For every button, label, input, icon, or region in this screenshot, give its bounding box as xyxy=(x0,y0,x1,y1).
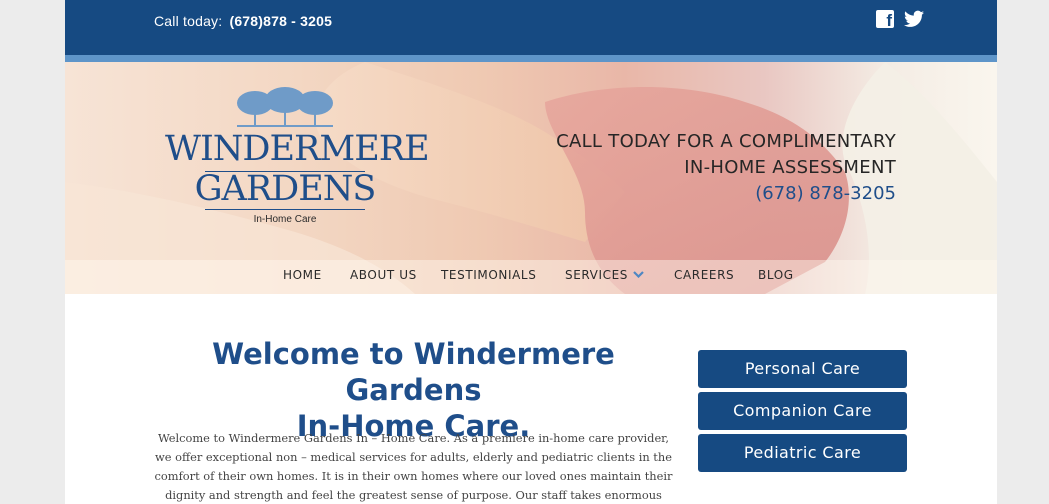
call-today-label: Call today: xyxy=(154,13,223,29)
personal-care-button[interactable]: Personal Care xyxy=(698,350,907,388)
logo-line-1: WINDERMERE xyxy=(165,129,430,169)
nav-item-home[interactable]: HOME xyxy=(283,268,322,282)
nav-item-services[interactable]: SERVICES xyxy=(565,268,644,282)
nav-item-blog[interactable]: BLOG xyxy=(758,268,794,282)
intro-paragraph: Welcome to Windermere Gardens In – Home … xyxy=(154,431,673,502)
nav-item-testimonials[interactable]: TESTIMONIALS xyxy=(441,268,536,282)
page-title: Welcome to Windermere Gardens In-Home Ca… xyxy=(145,336,682,444)
promo-line-2: IN-HOME ASSESSMENT xyxy=(684,157,896,178)
call-today: Call today: (678)878 - 3205 xyxy=(154,13,332,29)
logo-tagline: In-Home Care xyxy=(253,214,317,225)
top-bar: Call today: (678)878 - 3205 f xyxy=(65,0,997,55)
trees-logo-icon xyxy=(237,87,333,127)
site-logo[interactable]: WINDERMERE GARDENS In-Home Care xyxy=(165,87,430,227)
call-today-phone[interactable]: (678)878 - 3205 xyxy=(229,13,332,29)
chevron-down-icon xyxy=(633,271,644,278)
promo-callout: CALL TODAY FOR A COMPLIMENTARY IN-HOME A… xyxy=(556,129,896,207)
nav-item-about-us[interactable]: ABOUT US xyxy=(350,268,417,282)
main-content: Welcome to Windermere Gardens In-Home Ca… xyxy=(65,294,997,504)
companion-care-button[interactable]: Companion Care xyxy=(698,392,907,430)
pediatric-care-button[interactable]: Pediatric Care xyxy=(698,434,907,472)
promo-phone[interactable]: (678) 878-3205 xyxy=(556,181,896,207)
nav-item-careers[interactable]: CAREERS xyxy=(674,268,734,282)
promo-line-1: CALL TODAY FOR A COMPLIMENTARY xyxy=(556,131,896,152)
facebook-icon[interactable]: f xyxy=(876,10,894,30)
page-title-line-1: Welcome to Windermere Gardens xyxy=(212,337,615,407)
top-bar-accent xyxy=(65,55,997,62)
social-links: f xyxy=(876,10,924,30)
nav-item-services-label: SERVICES xyxy=(565,268,629,282)
logo-line-2: GARDENS xyxy=(194,169,377,209)
hero-banner: WINDERMERE GARDENS In-Home Care CALL TOD… xyxy=(65,62,997,294)
twitter-icon[interactable] xyxy=(904,10,924,28)
main-nav: HOME ABOUT US TESTIMONIALS SERVICES CARE… xyxy=(65,260,997,294)
page-container: Call today: (678)878 - 3205 f WINDERMERE… xyxy=(65,0,997,504)
logo-divider xyxy=(205,209,365,210)
facebook-glyph: f xyxy=(886,11,892,30)
